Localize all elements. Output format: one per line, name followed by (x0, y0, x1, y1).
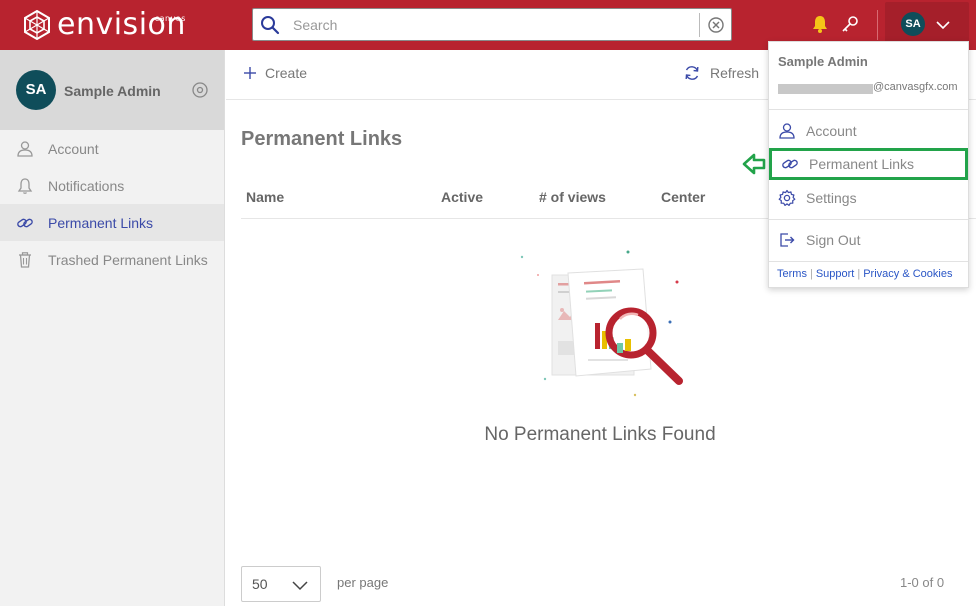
column-header-name[interactable]: Name (246, 189, 284, 205)
dropdown-item-label: Account (806, 123, 857, 139)
column-header-views[interactable]: # of views (539, 189, 606, 205)
sidebar-item-trashed-permanent-links[interactable]: Trashed Permanent Links (0, 241, 224, 278)
search-box (252, 8, 732, 41)
user-icon (17, 140, 33, 157)
trash-icon (19, 251, 31, 268)
dropdown-divider (769, 261, 968, 262)
logo-wordmark: envision canvas (57, 10, 186, 40)
footer-separator: | (809, 268, 813, 280)
key-icon[interactable] (840, 14, 860, 34)
dropdown-divider (769, 219, 968, 220)
footer-separator: | (857, 268, 861, 280)
column-header-active[interactable]: Active (441, 189, 483, 205)
dropdown-item-account[interactable]: Account (769, 115, 968, 147)
target-icon[interactable] (191, 81, 209, 99)
clear-search-icon[interactable] (707, 16, 725, 34)
sidebar-item-label: Account (48, 140, 99, 157)
dropdown-footer-links: Terms | Support | Privacy & Cookies (777, 268, 952, 280)
plus-icon (244, 67, 256, 79)
sidebar-item-permanent-links[interactable]: Permanent Links (0, 204, 224, 241)
dropdown-item-label: Permanent Links (809, 156, 915, 172)
dropdown-item-sign-out[interactable]: Sign Out (769, 224, 968, 256)
create-label: Create (265, 65, 308, 81)
logo-superscript: canvas (154, 14, 186, 23)
page-size-select[interactable]: 50 (241, 566, 321, 602)
refresh-button[interactable]: Refresh (684, 65, 759, 81)
notifications-bell-icon[interactable] (810, 14, 830, 34)
bell-icon (17, 177, 33, 194)
sidebar-item-label: Permanent Links (48, 214, 154, 231)
empty-state-illustration (520, 250, 683, 397)
envision-logo[interactable]: envision canvas (22, 8, 186, 42)
user-dropdown-menu: Sample Admin @canvasgfx.com Account Perm… (768, 41, 969, 288)
column-header-center[interactable]: Center (661, 189, 705, 205)
page-title: Permanent Links (241, 128, 403, 150)
arrow-left-icon (742, 153, 766, 175)
sidebar-item-notifications[interactable]: Notifications (0, 167, 224, 204)
support-link[interactable]: Support (816, 268, 855, 280)
dropdown-item-settings[interactable]: Settings (769, 182, 968, 214)
page-size-value: 50 (252, 576, 268, 592)
header-divider (877, 10, 878, 40)
avatar: SA (16, 70, 56, 110)
user-icon (779, 123, 795, 139)
sidebar-profile: SA Sample Admin (0, 50, 224, 130)
dropdown-divider (769, 109, 968, 110)
terms-link[interactable]: Terms (777, 268, 807, 280)
empty-state-message: No Permanent Links Found (484, 424, 716, 445)
sidebar-item-label: Trashed Permanent Links (48, 251, 208, 268)
gear-icon (778, 189, 796, 206)
sidebar: SA Sample Admin Account Notifications Pe… (0, 50, 225, 606)
sign-out-icon (780, 233, 795, 247)
profile-name: Sample Admin (64, 83, 161, 99)
chevron-down-icon (936, 21, 950, 30)
dropdown-user-email: @canvasgfx.com (873, 81, 958, 93)
search-divider (699, 13, 700, 37)
link-icon (782, 159, 798, 169)
dropdown-item-permanent-links[interactable]: Permanent Links (769, 148, 968, 180)
link-icon (17, 218, 33, 227)
search-input[interactable] (293, 15, 693, 35)
per-page-label: per page (337, 575, 389, 590)
pagination-range: 1-0 of 0 (900, 575, 945, 590)
envision-logo-icon (24, 10, 50, 40)
refresh-label: Refresh (710, 65, 760, 81)
sidebar-item-account[interactable]: Account (0, 130, 224, 167)
dropdown-user-name: Sample Admin (778, 54, 868, 69)
sidebar-item-label: Notifications (48, 177, 125, 194)
email-redaction (778, 84, 873, 94)
dropdown-item-label: Settings (806, 190, 857, 206)
create-button[interactable]: Create (242, 65, 307, 81)
search-icon[interactable] (260, 15, 280, 35)
avatar: SA (901, 12, 925, 36)
chevron-down-icon (292, 581, 308, 591)
privacy-cookies-link[interactable]: Privacy & Cookies (863, 268, 952, 280)
dropdown-item-label: Sign Out (806, 232, 861, 248)
refresh-icon (685, 66, 699, 80)
